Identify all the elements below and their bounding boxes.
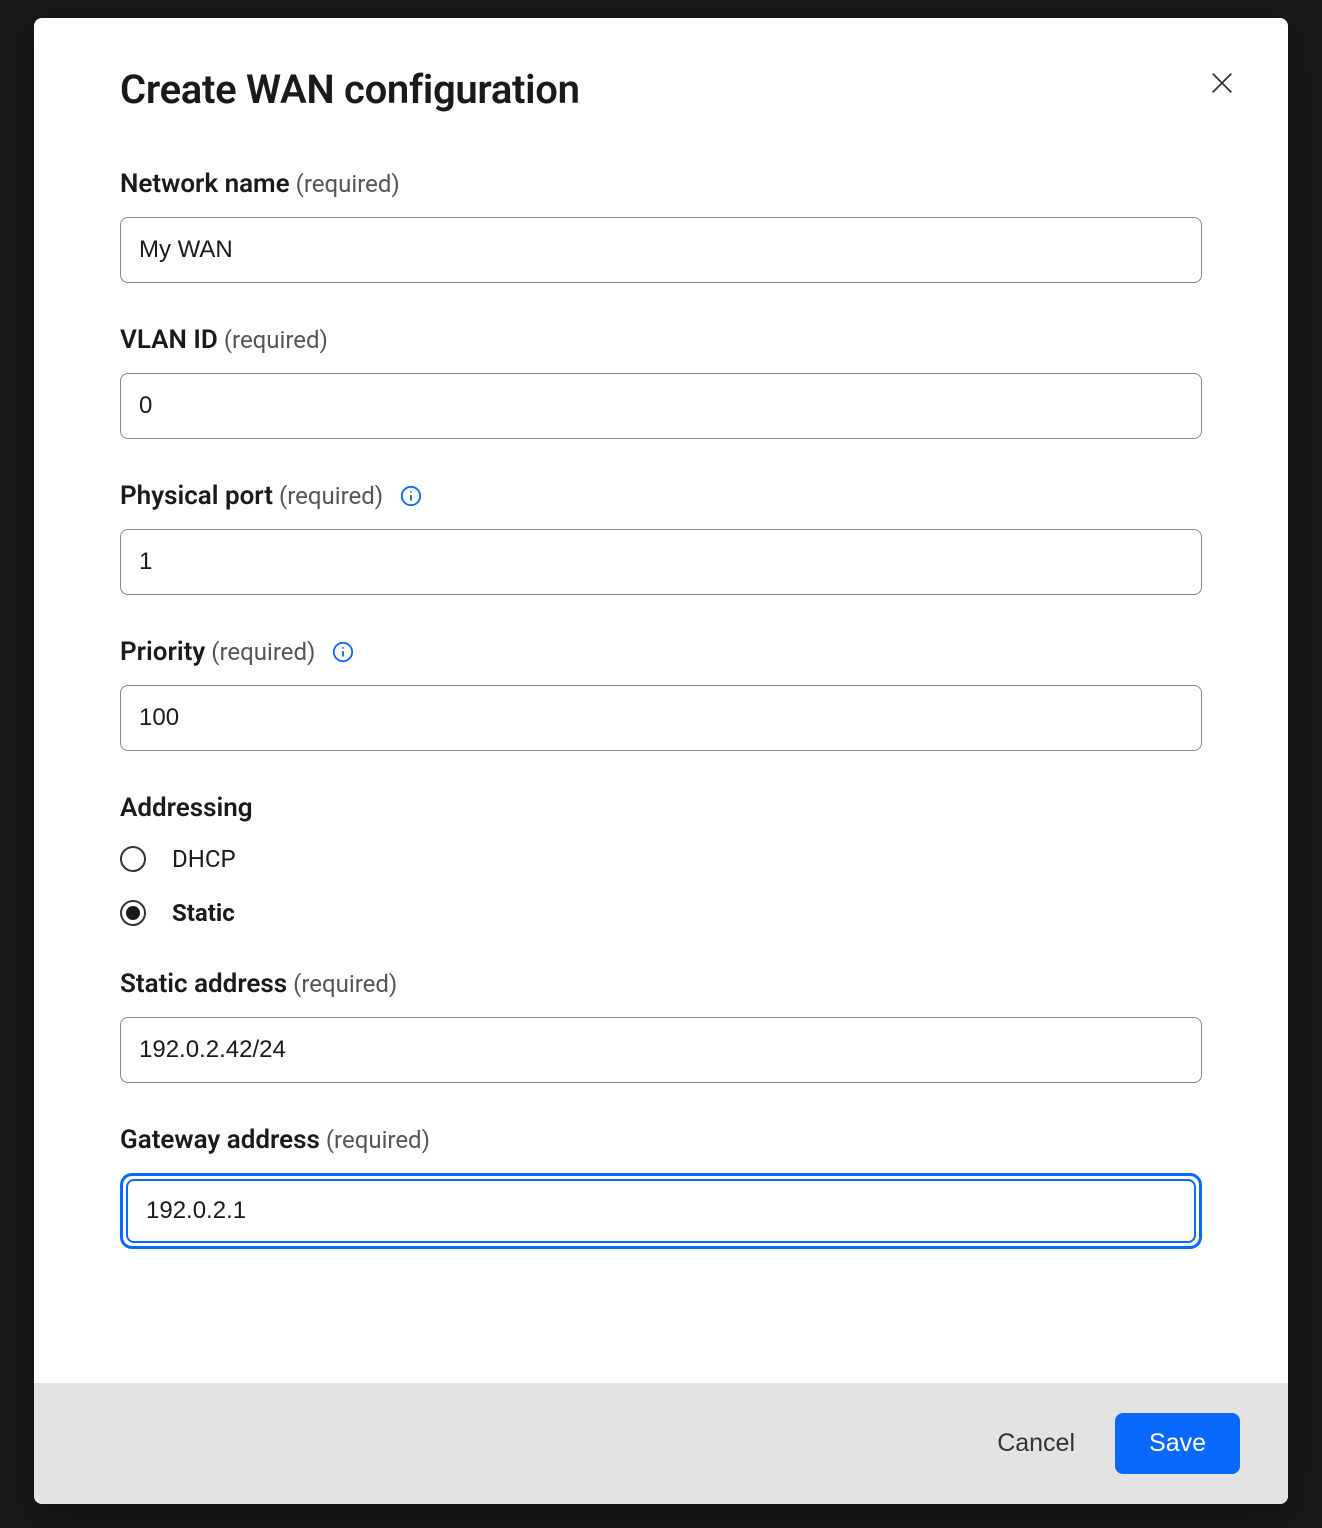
addressing-option-dhcp[interactable]: DHCP bbox=[120, 845, 1202, 873]
save-button[interactable]: Save bbox=[1115, 1413, 1240, 1474]
required-text: (required) bbox=[211, 638, 315, 666]
required-text: (required) bbox=[279, 482, 383, 510]
required-text: (required) bbox=[293, 970, 397, 998]
field-vlan-id: VLAN ID (required) bbox=[120, 325, 1202, 439]
priority-input[interactable] bbox=[120, 685, 1202, 751]
required-text: (required) bbox=[296, 170, 400, 198]
label-text: VLAN ID bbox=[120, 325, 218, 355]
radio-label: DHCP bbox=[172, 845, 236, 873]
static-address-input[interactable] bbox=[120, 1017, 1202, 1083]
modal-footer: Cancel Save bbox=[34, 1383, 1288, 1504]
label-text: Network name bbox=[120, 169, 290, 199]
gateway-address-input[interactable] bbox=[126, 1179, 1196, 1243]
addressing-option-static[interactable]: Static bbox=[120, 899, 1202, 927]
label-text: Physical port bbox=[120, 481, 273, 511]
vlan-id-input[interactable] bbox=[120, 373, 1202, 439]
field-static-address: Static address (required) bbox=[120, 969, 1202, 1083]
vlan-id-label: VLAN ID (required) bbox=[120, 325, 1202, 355]
field-physical-port: Physical port (required) bbox=[120, 481, 1202, 595]
field-network-name: Network name (required) bbox=[120, 169, 1202, 283]
cancel-button[interactable]: Cancel bbox=[993, 1419, 1079, 1468]
info-icon[interactable] bbox=[331, 640, 355, 664]
priority-label: Priority(required) bbox=[120, 637, 1202, 667]
physical-port-label: Physical port (required) bbox=[120, 481, 1202, 511]
modal-title: Create WAN configuration bbox=[120, 66, 1202, 113]
close-icon bbox=[1208, 69, 1236, 100]
focused-input-wrapper bbox=[120, 1173, 1202, 1249]
info-icon[interactable] bbox=[399, 484, 423, 508]
network-name-input[interactable] bbox=[120, 217, 1202, 283]
static-address-label: Static address (required) bbox=[120, 969, 1202, 999]
addressing-group: Addressing DHCP Static bbox=[120, 793, 1202, 927]
required-text: (required) bbox=[326, 1126, 430, 1154]
gateway-address-label: Gateway address (required) bbox=[120, 1125, 1202, 1155]
create-wan-modal: Create WAN configuration Network name (r… bbox=[34, 18, 1288, 1504]
label-text: Priority bbox=[120, 637, 205, 667]
label-text: Static address bbox=[120, 969, 287, 999]
modal-body: Create WAN configuration Network name (r… bbox=[34, 18, 1288, 1383]
addressing-heading: Addressing bbox=[120, 793, 1202, 823]
required-text: (required) bbox=[224, 326, 328, 354]
label-text: Gateway address bbox=[120, 1125, 320, 1155]
field-gateway-address: Gateway address (required) bbox=[120, 1125, 1202, 1249]
field-priority: Priority(required) bbox=[120, 637, 1202, 751]
radio-label: Static bbox=[172, 899, 235, 927]
physical-port-input[interactable] bbox=[120, 529, 1202, 595]
radio-icon bbox=[120, 900, 146, 926]
radio-icon bbox=[120, 846, 146, 872]
close-button[interactable] bbox=[1204, 66, 1240, 102]
network-name-label: Network name (required) bbox=[120, 169, 1202, 199]
